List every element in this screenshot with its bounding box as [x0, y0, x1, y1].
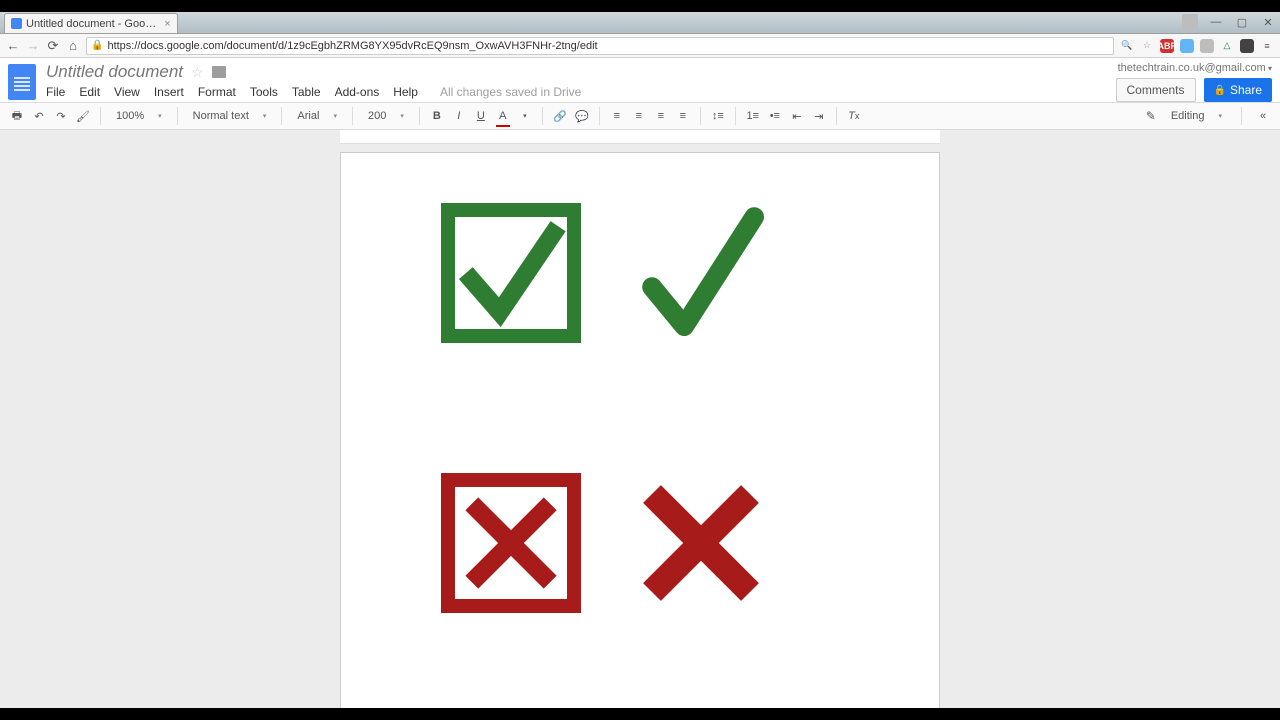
align-justify-icon[interactable]: ≡ [674, 106, 692, 126]
collapse-toolbar-icon[interactable]: « [1254, 106, 1272, 126]
cross-symbols-row [441, 473, 879, 613]
cross-mark-icon [631, 473, 771, 613]
redo-icon[interactable]: ↷ [52, 106, 70, 126]
lock-icon: 🔒 [91, 40, 103, 51]
window-controls: — ▢ ✕ [1182, 14, 1276, 30]
ext-icon-2[interactable] [1200, 39, 1214, 53]
bulleted-list-icon[interactable]: •≡ [766, 106, 784, 126]
menu-addons[interactable]: Add-ons [335, 85, 380, 99]
check-mark-icon [631, 203, 771, 343]
menu-tools[interactable]: Tools [250, 85, 278, 99]
style-dropdown[interactable]: Normal text [186, 109, 274, 123]
check-symbols-row [441, 203, 879, 343]
align-center-icon[interactable]: ≡ [630, 106, 648, 126]
url-input[interactable]: 🔒 https://docs.google.com/document/d/1z9… [86, 37, 1114, 55]
menu-insert[interactable]: Insert [154, 85, 184, 99]
comments-button[interactable]: Comments [1116, 78, 1196, 102]
chrome-menu-icon[interactable]: ≡ [1260, 39, 1274, 53]
line-spacing-icon[interactable]: ↕≡ [709, 106, 727, 126]
increase-indent-icon[interactable]: ⇥ [810, 106, 828, 126]
document-canvas[interactable] [0, 130, 1280, 708]
close-window-icon[interactable]: ✕ [1260, 16, 1276, 29]
chevron-down-icon[interactable]: ▾ [516, 106, 534, 126]
document-title[interactable]: Untitled document [46, 62, 183, 82]
reload-icon[interactable]: ⟳ [46, 39, 60, 53]
share-label: Share [1230, 83, 1262, 97]
menu-edit[interactable]: Edit [79, 85, 100, 99]
browser-extensions: 🔍 ☆ ABP △ ≡ [1120, 39, 1274, 53]
ext-icon-1[interactable] [1180, 39, 1194, 53]
docs-favicon [11, 18, 22, 29]
share-button[interactable]: Share [1204, 78, 1272, 102]
paint-format-icon[interactable]: 🖌 [74, 106, 92, 126]
undo-icon[interactable]: ↶ [30, 106, 48, 126]
menu-bar: File Edit View Insert Format Tools Table… [46, 85, 1116, 99]
home-icon[interactable]: ⌂ [66, 39, 80, 53]
menu-format[interactable]: Format [198, 85, 236, 99]
back-icon[interactable]: ← [6, 39, 20, 53]
ballot-box-cross-icon [441, 473, 581, 613]
forward-icon[interactable]: → [26, 39, 40, 53]
editing-mode-icon: ✎ [1146, 109, 1156, 123]
browser-tabstrip: Untitled document - Goo… × — ▢ ✕ [0, 12, 1280, 34]
page[interactable] [340, 152, 940, 708]
underline-icon[interactable]: U [472, 106, 490, 126]
adblock-icon[interactable]: ABP [1160, 39, 1174, 53]
close-tab-icon[interactable]: × [164, 18, 170, 30]
drive-icon[interactable]: △ [1220, 39, 1234, 53]
bookmark-star-icon[interactable]: ☆ [1140, 39, 1154, 53]
text-color-icon[interactable]: A [494, 106, 512, 126]
font-size-dropdown[interactable]: 200 [361, 109, 411, 123]
align-right-icon[interactable]: ≡ [652, 106, 670, 126]
tab-title: Untitled document - Goo… [26, 18, 156, 30]
url-text: https://docs.google.com/document/d/1z9cE… [107, 40, 597, 52]
folder-icon[interactable] [212, 66, 226, 78]
maximize-icon[interactable]: ▢ [1234, 16, 1250, 29]
star-icon[interactable]: ☆ [191, 64, 204, 81]
insert-comment-icon[interactable]: 💬 [573, 106, 591, 126]
editing-mode-dropdown[interactable]: Editing [1164, 109, 1229, 123]
decrease-indent-icon[interactable]: ⇤ [788, 106, 806, 126]
browser-addressbar: ← → ⟳ ⌂ 🔒 https://docs.google.com/docume… [0, 34, 1280, 58]
horizontal-ruler[interactable] [340, 130, 940, 144]
account-email[interactable]: thetechtrain.co.uk@gmail.com [1118, 62, 1272, 74]
docs-header: Untitled document ☆ File Edit View Inser… [0, 58, 1280, 102]
print-icon[interactable]: 🖶 [8, 106, 26, 126]
docs-toolbar: 🖶 ↶ ↷ 🖌 100% Normal text Arial 200 B I U… [0, 102, 1280, 130]
clear-formatting-icon[interactable]: Tx [845, 106, 863, 126]
profile-avatar-icon[interactable] [1182, 14, 1198, 30]
zoom-dropdown[interactable]: 100% [109, 109, 169, 123]
browser-tab[interactable]: Untitled document - Goo… × [4, 13, 178, 33]
align-left-icon[interactable]: ≡ [608, 106, 626, 126]
minimize-icon[interactable]: — [1208, 16, 1224, 28]
google-docs-logo-icon[interactable] [8, 64, 36, 100]
menu-help[interactable]: Help [393, 85, 418, 99]
menu-file[interactable]: File [46, 85, 65, 99]
numbered-list-icon[interactable]: 1≡ [744, 106, 762, 126]
ballot-box-check-icon [441, 203, 581, 343]
save-status: All changes saved in Drive [440, 85, 581, 99]
italic-icon[interactable]: I [450, 106, 468, 126]
menu-view[interactable]: View [114, 85, 140, 99]
zoom-icon[interactable]: 🔍 [1120, 39, 1134, 53]
font-dropdown[interactable]: Arial [290, 109, 344, 123]
menu-table[interactable]: Table [292, 85, 321, 99]
insert-link-icon[interactable]: 🔗 [551, 106, 569, 126]
ext-icon-3[interactable] [1240, 39, 1254, 53]
bold-icon[interactable]: B [428, 106, 446, 126]
